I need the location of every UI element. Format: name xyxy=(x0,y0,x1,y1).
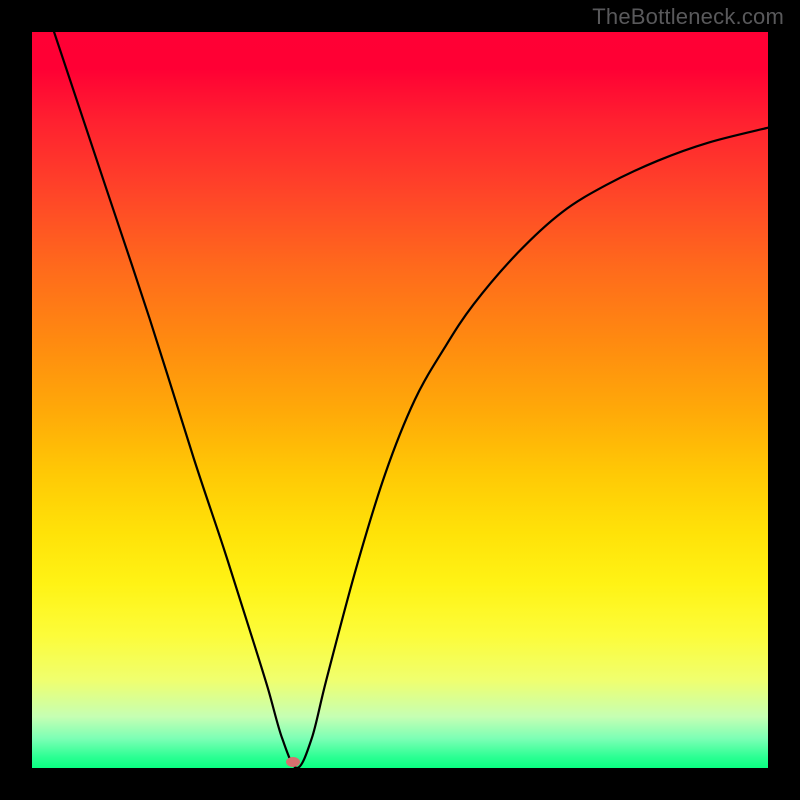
bottleneck-curve xyxy=(54,32,768,768)
minimum-marker xyxy=(286,757,300,767)
chart-frame: TheBottleneck.com xyxy=(0,0,800,800)
plot-area xyxy=(32,32,768,768)
curve-svg xyxy=(32,32,768,768)
watermark-text: TheBottleneck.com xyxy=(592,4,784,30)
